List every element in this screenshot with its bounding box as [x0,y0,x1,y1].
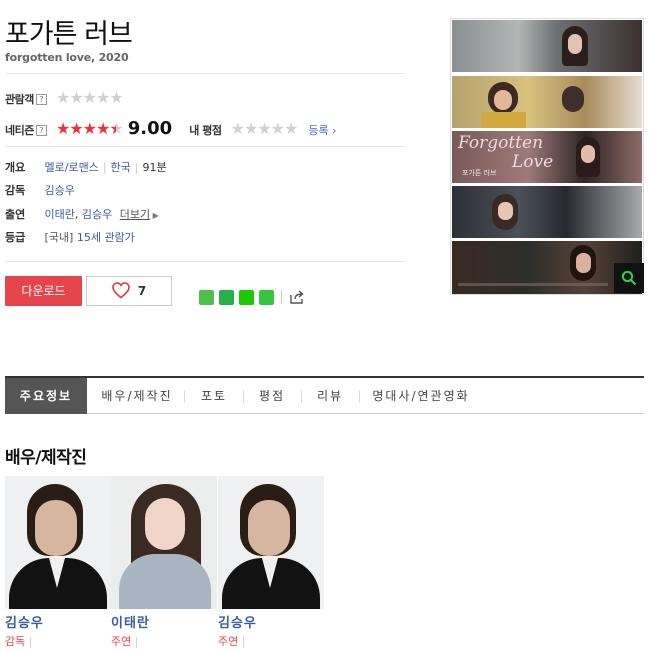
still-image-1[interactable] [452,20,642,72]
cast-section-title: 배우/제작진 [5,448,87,468]
still-image-poster[interactable]: Forgotten Love 포가튼 러브 [452,131,642,183]
cast-label: 출연 [5,208,26,221]
person-card[interactable]: 이태란 주연 | [111,476,217,649]
my-rating-label: 내 평점 [189,124,222,137]
audience-stars: ★★★★★ [55,88,124,107]
netizen-score: 9.00 [127,118,173,139]
share-icon[interactable] [289,289,305,309]
tab-quotes-related[interactable]: 명대사/연관영화 [361,378,481,414]
band-share-icon[interactable] [219,290,234,305]
divider [281,290,282,304]
overview-row: 개요 멜로/로맨스 | 한국 | 91분 [5,161,167,174]
heart-icon [111,281,130,309]
person-card[interactable]: 김승우 감독 | [5,476,111,649]
cafe-share-icon[interactable] [259,290,274,305]
person-role: 감독 | [5,635,33,648]
director-label: 감독 [5,184,26,197]
like-button[interactable]: 7 [86,276,172,306]
tab-main-info[interactable]: 주요정보 [5,378,87,414]
runtime: 91분 [142,161,167,174]
person-card[interactable]: 김승우 주연 | [218,476,324,649]
person-photo[interactable] [218,476,324,609]
cast-link-1[interactable]: 이태란 [45,208,75,221]
search-icon [621,270,637,290]
tab-bar: 주요정보 배우/제작진 포토 평점 리뷰 명대사/연관영화 [5,376,644,414]
cast-row: 출연 이태란, 김승우 더보기 ▶ [5,208,159,221]
rating-label: 등급 [5,231,26,244]
my-rating-stars[interactable]: ★★★★★ [231,119,299,138]
person-role: 주연 | [111,635,139,648]
stills-strip: Forgotten Love 포가튼 러브 [450,18,644,295]
line-share-icon[interactable] [199,290,214,305]
movie-subtitle: forgotten love, 2020 [5,51,129,64]
genre-link[interactable]: 멜로/로맨스 [45,161,99,174]
poster-title-ko: 포가튼 러브 [462,169,497,177]
person-name[interactable]: 이태란 [111,612,217,631]
audience-rating-row: 관람객? ★★★★★ [5,88,124,107]
blog-share-icon[interactable] [239,290,254,305]
overview-label: 개요 [5,161,26,174]
caret-right-icon: ▶ [150,211,159,220]
help-icon[interactable]: ? [35,94,47,105]
divider [5,146,405,147]
register-rating-link[interactable]: 등록 › [308,124,336,137]
tab-review[interactable]: 리뷰 [301,378,359,414]
director-row: 감독 김승우 [5,182,75,198]
movie-title: 포가튼 러브 [5,19,133,50]
tab-cast-crew[interactable]: 배우/제작진 [91,378,183,414]
help-icon[interactable]: ? [35,125,47,136]
download-button[interactable]: 다운로드 [5,276,82,306]
rating-region: [국내] [44,231,74,244]
netizen-rating-row: 네티즌? ★★★★★ 9.00 내 평점 ★★★★★ 등록 › [5,118,405,140]
divider [5,73,405,74]
person-photo[interactable] [111,476,217,609]
country-link[interactable]: 한국 [111,161,131,174]
netizen-label: 네티즌 [5,124,34,137]
rating-link[interactable]: 15세 관람가 [77,231,135,244]
like-count: 7 [137,284,147,298]
person-name[interactable]: 김승우 [218,612,324,631]
search-zoom-button[interactable] [614,263,644,293]
tab-photo[interactable]: 포토 [185,378,243,414]
still-image-2[interactable] [452,76,642,128]
person-photo[interactable] [5,476,111,609]
person-role: 주연 | [218,635,246,648]
still-image-4[interactable] [452,186,642,238]
more-cast-link[interactable]: 더보기 [120,208,150,221]
audience-label: 관람객 [5,93,34,106]
netizen-stars: ★★★★★ [55,119,124,138]
rating-row: 등급 [국내] 15세 관람가 [5,229,135,245]
divider [5,261,405,262]
chevron-right-icon: › [332,124,337,137]
person-name[interactable]: 김승우 [5,612,111,631]
cast-link-2[interactable]: 김승우 [82,208,112,221]
poster-title-en: Forgotten [458,133,544,153]
tab-rating[interactable]: 평점 [243,378,301,414]
director-link[interactable]: 김승우 [45,184,75,197]
